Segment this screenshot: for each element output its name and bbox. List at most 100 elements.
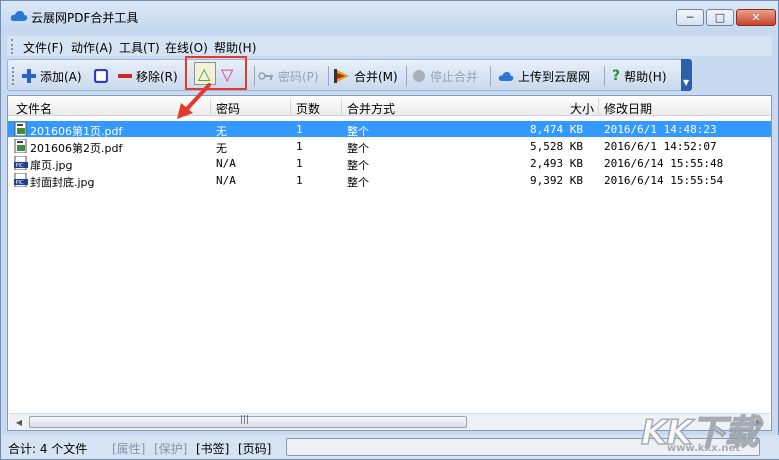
minimize-icon: ─ [686, 11, 694, 24]
clear-button[interactable] [94, 66, 108, 86]
menu-file[interactable]: 文件(F) [23, 39, 63, 56]
plus-icon [22, 69, 36, 83]
column-header-size[interactable]: 大小 [570, 100, 594, 117]
file-date: 2016/6/1 14:52:07 [604, 140, 717, 153]
column-header-mode[interactable]: 合并方式 [347, 100, 395, 117]
arrow-left-icon: ◀ [15, 417, 23, 427]
toolbar-separator [490, 66, 491, 86]
toolbar-separator [328, 66, 329, 86]
file-pages: 1 [296, 174, 303, 187]
app-window: 云展网PDF合并工具 ─ □ ✕ 文件(F) 动作(A) 工具(T) 在线(O)… [0, 0, 779, 460]
file-password: 无 [216, 125, 227, 138]
menu-action[interactable]: 动作(A) [71, 39, 113, 56]
add-button-label: 添加(A) [40, 69, 82, 84]
move-down-button[interactable]: ▽ [221, 64, 233, 84]
file-date: 2016/6/1 14:48:23 [604, 123, 717, 136]
file-merge-mode: 整个 [347, 159, 369, 172]
file-password: 无 [216, 142, 227, 155]
cloud-icon [10, 11, 28, 21]
merge-button[interactable]: 合并(M) [334, 66, 398, 86]
menu-help[interactable]: 帮助(H) [214, 39, 256, 56]
remove-button[interactable]: 移除(R) [118, 66, 178, 86]
help-button-label: 帮助(H) [624, 69, 667, 84]
watermark-logo: KK下载 www.kkx.net [640, 405, 761, 457]
column-header-name[interactable]: 文件名 [16, 100, 52, 117]
file-pages: 1 [296, 140, 303, 153]
scroll-left-button[interactable]: ◀ [11, 415, 27, 429]
remove-button-label: 移除(R) [136, 69, 178, 84]
toolbar-separator [604, 66, 605, 86]
status-bookmark[interactable]: [书签] [196, 440, 229, 457]
table-row[interactable]: PIC 扉页.jpg N/A 1 整个 2,493 KB 2016/6/14 1… [8, 155, 771, 172]
column-divider[interactable] [290, 98, 291, 114]
status-protection[interactable]: [保护] [154, 440, 187, 457]
column-header-pages[interactable]: 页数 [296, 100, 320, 117]
file-name: 扉页.jpg [30, 159, 73, 172]
table-row[interactable]: 201606第1页.pdf 无 1 整个 8,474 KB 2016/6/1 1… [8, 121, 771, 138]
table-row[interactable]: PIC 封面封底.jpg N/A 1 整个 9,392 KB 2016/6/14… [8, 172, 771, 189]
toolbar-separator [254, 66, 255, 86]
merge-button-label: 合并(M) [354, 69, 398, 84]
file-size: 9,392 KB [530, 174, 583, 187]
menu-bar: 文件(F) 动作(A) 工具(T) 在线(O) 帮助(H) [7, 36, 772, 56]
file-size: 8,474 KB [530, 123, 583, 136]
file-list[interactable]: 文件名 密码 页数 合并方式 大小 修改日期 201606第1页.pdf 无 1… [7, 95, 772, 431]
minus-icon [118, 74, 132, 78]
pdf-file-icon [14, 122, 27, 136]
annotation-arrow-icon [177, 83, 211, 119]
file-merge-mode: 整个 [347, 125, 369, 138]
column-header-date[interactable]: 修改日期 [604, 100, 652, 117]
menu-tools[interactable]: 工具(T) [119, 39, 160, 56]
file-count: 合计: 4 个文件 [8, 442, 88, 456]
menu-online[interactable]: 在线(O) [165, 39, 208, 56]
toolbar: 添加(A) 移除(R) 密码(P) 合并(M) 停止合并 上传到云展网 ? 帮助… [7, 59, 691, 91]
file-pages: 1 [296, 123, 303, 136]
file-size: 2,493 KB [530, 157, 583, 170]
password-button-label: 密码(P) [278, 69, 319, 84]
menubar-grip[interactable] [11, 39, 14, 54]
cloud-upload-icon [498, 71, 514, 81]
file-pages: 1 [296, 157, 303, 170]
image-file-icon: PIC [14, 156, 28, 170]
column-header-password[interactable]: 密码 [216, 100, 240, 117]
svg-text:PIC: PIC [16, 180, 24, 186]
stop-circle-icon [413, 70, 425, 82]
close-button[interactable]: ✕ [736, 9, 776, 26]
scrollbar-thumb[interactable]: ||| [29, 415, 467, 428]
status-page-number[interactable]: [页码] [238, 440, 271, 457]
stop-merge-button[interactable]: 停止合并 [412, 66, 478, 86]
file-name: 201606第2页.pdf [30, 142, 123, 155]
file-name: 封面封底.jpg [30, 176, 95, 189]
upload-button-label: 上传到云展网 [518, 69, 591, 84]
title-bar[interactable]: 云展网PDF合并工具 ─ □ ✕ [1, 1, 778, 33]
help-button[interactable]: ? 帮助(H) [612, 66, 667, 86]
password-button[interactable]: 密码(P) [258, 66, 319, 86]
file-merge-mode: 整个 [347, 142, 369, 155]
toolbar-overflow-button[interactable]: ▼ [681, 59, 692, 91]
close-icon: ✕ [751, 11, 761, 24]
list-header: 文件名 密码 页数 合并方式 大小 修改日期 [8, 96, 771, 116]
file-size: 5,528 KB [530, 140, 583, 153]
minimize-button[interactable]: ─ [676, 9, 704, 26]
file-password: N/A [216, 174, 236, 187]
column-divider[interactable] [598, 98, 599, 114]
svg-text:PIC: PIC [16, 163, 24, 169]
add-button[interactable]: 添加(A) [22, 66, 82, 86]
grip-icon: ||| [240, 415, 250, 425]
chevron-down-icon: ▼ [683, 78, 690, 87]
column-divider[interactable] [341, 98, 342, 114]
toolbar-separator [406, 66, 407, 86]
status-properties[interactable]: [属性] [112, 440, 145, 457]
key-icon [258, 72, 273, 80]
stop-merge-label: 停止合并 [430, 69, 479, 84]
file-name: 201606第1页.pdf [30, 125, 123, 138]
window-title: 云展网PDF合并工具 [31, 11, 139, 25]
toolbar-grip[interactable] [12, 67, 15, 85]
table-row[interactable]: 201606第2页.pdf 无 1 整个 5,528 KB 2016/6/1 1… [8, 138, 771, 155]
upload-button[interactable]: 上传到云展网 [498, 66, 590, 86]
help-icon: ? [612, 68, 621, 84]
triangle-down-icon: ▽ [221, 64, 234, 84]
watermark-url: www.kkx.net [667, 443, 741, 454]
pdf-file-icon [14, 139, 27, 153]
maximize-button[interactable]: □ [706, 9, 734, 26]
